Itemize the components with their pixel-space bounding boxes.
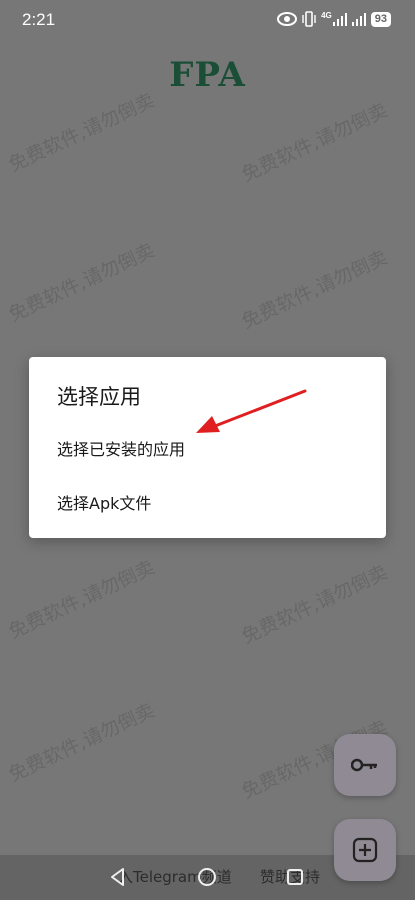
app-title: FPA — [169, 55, 246, 95]
option-apk-file[interactable]: 选择Apk文件 — [29, 476, 386, 526]
option-installed-app[interactable]: 选择已安装的应用 — [29, 422, 386, 472]
key-fab-button[interactable] — [334, 734, 396, 796]
signal-icon — [332, 13, 347, 26]
option-label: 选择Apk文件 — [57, 494, 152, 513]
status-icons: 4G 93 — [277, 11, 391, 27]
nav-back-button[interactable] — [107, 866, 129, 888]
vibrate-icon — [302, 11, 316, 27]
select-app-dialog: 选择应用 选择已安装的应用 选择Apk文件 — [29, 357, 386, 538]
back-icon — [111, 868, 124, 886]
nav-home-button[interactable] — [196, 866, 218, 888]
watermark: 免费软件,请勿倒卖 — [238, 99, 391, 187]
dialog-title: 选择应用 — [57, 385, 141, 409]
nav-recents-button[interactable] — [284, 866, 306, 888]
watermark: 免费软件,请勿倒卖 — [238, 246, 391, 334]
watermark: 免费软件,请勿倒卖 — [5, 239, 158, 327]
watermark: 免费软件,请勿倒卖 — [5, 556, 158, 644]
watermark: 免费软件,请勿倒卖 — [5, 699, 158, 787]
signal-icon-2 — [351, 13, 366, 26]
watermark: 免费软件,请勿倒卖 — [5, 89, 158, 177]
status-time: 2:21 — [22, 10, 56, 29]
network-type: 4G — [321, 11, 332, 20]
watermark: 免费软件,请勿倒卖 — [238, 561, 391, 649]
eye-icon — [277, 12, 298, 26]
add-fab-button[interactable] — [334, 819, 396, 881]
recents-icon — [287, 869, 303, 885]
status-bar: 2:21 4G 93 — [0, 0, 415, 40]
battery-icon: 93 — [370, 11, 391, 27]
option-label: 选择已安装的应用 — [57, 440, 186, 459]
key-icon — [351, 758, 377, 772]
home-icon — [198, 868, 216, 886]
add-icon — [352, 837, 378, 863]
